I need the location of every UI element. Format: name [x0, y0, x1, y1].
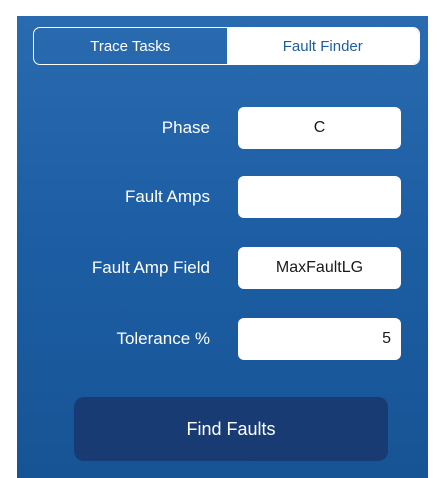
tolerance-row: Tolerance %	[17, 318, 428, 360]
fault-amp-field-select[interactable]	[238, 247, 401, 289]
fault-amps-field[interactable]	[238, 176, 401, 218]
find-faults-button[interactable]: Find Faults	[74, 397, 388, 461]
fault-amp-field-label: Fault Amp Field	[91, 258, 210, 277]
phase-field[interactable]	[238, 107, 401, 149]
fault-amps-label: Fault Amps	[124, 187, 210, 206]
tab-trace-tasks[interactable]: Trace Tasks	[34, 28, 227, 64]
fault-amps-row: Fault Amps	[17, 176, 428, 218]
phase-row: Phase	[17, 107, 428, 149]
mode-segmented-control: Trace Tasks Fault Finder	[33, 27, 420, 65]
tab-fault-finder[interactable]: Fault Finder	[226, 28, 419, 64]
tolerance-label: Tolerance %	[116, 329, 210, 348]
fault-finder-panel: Trace Tasks Fault Finder Phase Fault Amp…	[17, 16, 428, 478]
tolerance-field[interactable]	[238, 318, 401, 360]
phase-label: Phase	[161, 118, 210, 137]
fault-amp-field-row: Fault Amp Field	[17, 247, 428, 289]
